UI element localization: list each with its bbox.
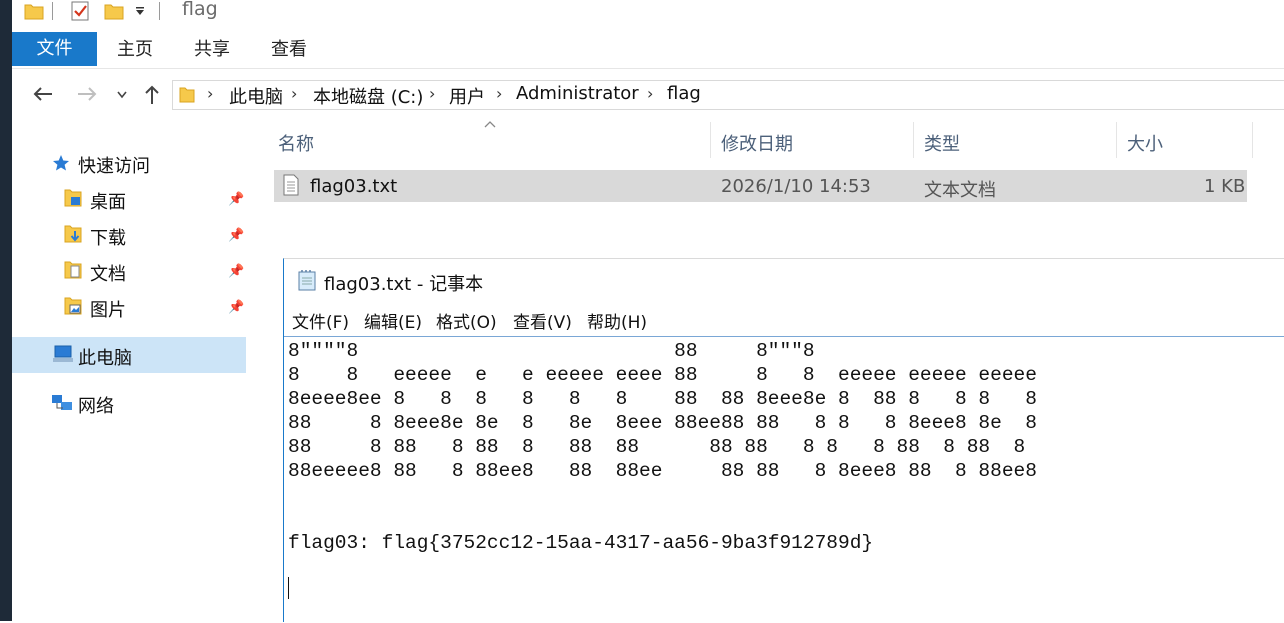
menu-edit[interactable]: 编辑(E) [364,308,422,333]
pin-icon[interactable]: 📌 [228,264,244,279]
column-header-type[interactable]: 类型 [924,130,960,156]
pictures-folder-icon [64,297,82,315]
back-arrow-icon[interactable] [32,85,54,103]
up-arrow-icon[interactable] [142,84,162,106]
folder-icon[interactable] [24,2,44,20]
sidebar-item-this-pc[interactable]: 此电脑 [78,344,132,370]
breadcrumb-chevron-icon[interactable]: › [496,84,502,103]
menu-help[interactable]: 帮助(H) [587,308,647,333]
column-header-name[interactable]: 名称 [278,130,314,156]
column-separator[interactable] [1252,122,1253,158]
navigation-pane: 快速访问 桌面 📌 下载 📌 文档 📌 图片 📌 此电脑 网络 [12,118,251,621]
pin-icon[interactable]: 📌 [228,228,244,243]
toolbar-separator [52,2,53,20]
sidebar-item-documents[interactable]: 文档 [90,260,126,286]
text-file-icon [283,174,299,196]
forward-arrow-icon[interactable] [76,85,98,103]
column-separator[interactable] [913,122,914,158]
downloads-folder-icon [64,225,82,243]
recent-locations-chevron-icon[interactable] [116,90,128,100]
notepad-text-area[interactable]: 8""""8 88 8"""8 8 8 eeeee e e eeeee eeee… [284,336,1284,623]
breadcrumb-chevron-icon[interactable]: › [291,84,297,103]
file-type: 文本文档 [924,180,996,201]
tab-share[interactable]: 共享 [194,32,230,66]
notepad-content[interactable]: 8""""8 88 8"""8 8 8 eeeee e e eeeee eeee… [288,339,1037,555]
chevron-down-icon[interactable] [134,6,146,18]
sidebar-item-quick-access[interactable]: 快速访问 [78,152,150,178]
network-icon [52,395,72,410]
window-title: flag [182,0,218,20]
file-name[interactable]: flag03.txt [310,176,397,197]
desktop-folder-icon [64,189,82,207]
breadcrumb-chevron-icon[interactable]: › [429,84,435,103]
breadcrumb-local-disk[interactable]: 本地磁盘 (C:) [313,83,423,109]
breadcrumb-this-pc[interactable]: 此电脑 [229,83,283,109]
folder-icon [179,87,195,103]
notepad-title: flag03.txt - 记事本 [324,274,484,295]
pin-icon[interactable]: 📌 [228,300,244,315]
text-caret [288,577,289,599]
new-folder-icon[interactable] [104,2,124,20]
tab-home[interactable]: 主页 [117,32,153,66]
column-separator[interactable] [710,122,711,158]
sidebar-item-downloads[interactable]: 下载 [90,224,126,250]
toolbar-separator [159,2,160,20]
breadcrumb-chevron-icon[interactable]: › [647,84,653,103]
address-bar[interactable]: › 此电脑 › 本地磁盘 (C:) › 用户 › Administrator ›… [172,80,1284,110]
sidebar-item-pictures[interactable]: 图片 [90,296,126,322]
tab-view[interactable]: 查看 [271,32,307,66]
breadcrumb-administrator[interactable]: Administrator [516,83,639,104]
sidebar-item-desktop[interactable]: 桌面 [90,188,126,214]
computer-icon [53,345,73,362]
column-separator[interactable] [1116,122,1117,158]
breadcrumb-users[interactable]: 用户 [449,83,485,109]
properties-check-icon[interactable] [70,0,90,22]
breadcrumb-chevron-icon[interactable]: › [207,84,213,103]
sidebar-item-network[interactable]: 网络 [78,392,114,418]
star-icon [53,155,69,171]
ribbon-tabs: 文件 主页 共享 查看 [12,32,1284,69]
file-size: 1 KB [1204,176,1246,197]
tab-file[interactable]: 文件 [12,32,97,66]
menu-file[interactable]: 文件(F) [292,308,349,333]
column-header-size[interactable]: 大小 [1127,130,1163,156]
pin-icon[interactable]: 📌 [228,192,244,207]
notepad-window: flag03.txt - 记事本 文件(F) 编辑(E) 格式(O) 查看(V)… [283,258,1284,623]
sort-ascending-icon [484,121,496,128]
breadcrumb-flag[interactable]: flag [667,83,701,104]
desktop-edge [0,0,12,621]
menu-view[interactable]: 查看(V) [513,308,572,333]
file-date: 2026/1/10 14:53 [721,176,871,197]
notepad-icon [298,270,316,291]
quick-access-toolbar: flag [12,0,1284,32]
column-header-date[interactable]: 修改日期 [721,130,793,156]
documents-folder-icon [64,261,82,279]
menu-format[interactable]: 格式(O) [436,308,497,333]
navigation-bar: › 此电脑 › 本地磁盘 (C:) › 用户 › Administrator ›… [12,72,1284,116]
